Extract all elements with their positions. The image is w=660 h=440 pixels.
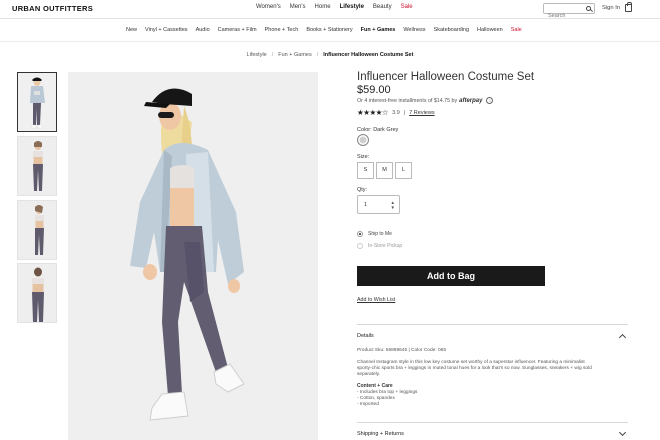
chevron-up-icon[interactable]	[618, 333, 627, 342]
search-icon[interactable]	[586, 6, 591, 11]
model-back-image	[18, 264, 56, 322]
search-input[interactable]	[544, 11, 584, 21]
cat-vinyl[interactable]: Vinyl + Cassettes	[145, 27, 188, 33]
description-line-3: separately.	[357, 372, 381, 377]
cat-skateboarding[interactable]: Skateboarding	[434, 27, 469, 33]
installments-text: Or 4 interest-free installments of $14.7…	[357, 97, 458, 104]
thumbnail-4[interactable]	[17, 263, 57, 323]
cat-phone-tech[interactable]: Phone + Tech	[265, 27, 299, 33]
cat-wellness[interactable]: Wellness	[403, 27, 425, 33]
cat-cameras[interactable]: Cameras + Film	[218, 27, 257, 33]
care-item: - Imported	[357, 402, 379, 407]
brand-logo[interactable]: URBAN OUTFITTERS	[12, 4, 93, 13]
qty-label: Qty:	[357, 187, 368, 193]
chevron-down-icon[interactable]	[618, 428, 627, 437]
thumbnail-2[interactable]	[17, 136, 57, 196]
product-sku: Product Sku: 56889645 | Color Code: 065	[357, 348, 446, 353]
breadcrumb-fun-games[interactable]: Fun + Games	[278, 52, 311, 58]
afterpay-logo: afterpay	[459, 97, 483, 104]
stepper-arrows-icon[interactable]: ▲ ▼	[391, 200, 395, 210]
model-sportsbra-image	[18, 137, 56, 195]
size-m-button[interactable]: M	[376, 162, 393, 179]
cat-fun-games[interactable]: Fun + Games	[361, 27, 396, 33]
category-nav: New Vinyl + Cassettes Audio Cameras + Fi…	[126, 27, 522, 33]
color-swatch-dark-grey[interactable]	[357, 134, 369, 146]
size-l-button[interactable]: L	[395, 162, 412, 179]
reviews-link[interactable]: 7 Reviews	[409, 110, 434, 116]
breadcrumb: Lifestyle / Fun + Games / Influencer Hallowe…	[0, 52, 660, 58]
sign-in-link[interactable]: Sign In	[602, 5, 620, 11]
cat-audio[interactable]: Audio	[196, 27, 210, 33]
details-heading[interactable]: Details	[357, 333, 374, 339]
ship-radio[interactable]	[357, 231, 363, 237]
nav-sale[interactable]: Sale	[401, 4, 413, 10]
rating-value: 3.9	[392, 109, 400, 116]
add-to-wishlist-link[interactable]: Add to Wish List	[357, 297, 395, 303]
info-icon[interactable]: i	[486, 97, 494, 104]
pickup-radio[interactable]	[357, 243, 363, 249]
model-front-image	[18, 73, 56, 131]
product-price: $59.00	[357, 84, 391, 96]
product-rating: ★★★★☆ 3.9 | 7 Reviews	[357, 108, 435, 117]
nav-home[interactable]: Home	[315, 4, 331, 10]
cat-sale[interactable]: Sale	[511, 27, 522, 33]
main-nav: Women's Men's Home Lifestyle Beauty Sale	[256, 4, 413, 10]
breadcrumb-separator: /	[271, 52, 274, 58]
rating-separator: |	[403, 109, 406, 116]
size-label: Size:	[357, 154, 370, 160]
nav-lifestyle[interactable]: Lifestyle	[340, 4, 364, 10]
category-divider	[0, 41, 660, 42]
top-header: URBAN OUTFITTERS Women's Men's Home Life…	[0, 0, 660, 21]
thumbnail-1[interactable]	[17, 72, 57, 132]
thumbnail-3[interactable]	[17, 200, 57, 260]
breadcrumb-separator: /	[316, 52, 319, 58]
nav-womens[interactable]: Women's	[256, 4, 281, 10]
nav-beauty[interactable]: Beauty	[373, 4, 392, 10]
quantity-stepper[interactable]: 1 ▲ ▼	[357, 195, 400, 214]
ship-option-label: Ship to Me	[368, 231, 392, 237]
size-s-button[interactable]: S	[357, 162, 374, 179]
add-to-bag-button[interactable]: Add to Bag	[357, 266, 545, 286]
rating-stars: ★★★★☆	[357, 108, 389, 117]
cat-books[interactable]: Books + Stationery	[306, 27, 352, 33]
qty-value: 1	[364, 202, 368, 208]
ship-to-me-option[interactable]: Ship to Me	[357, 231, 392, 237]
shipping-returns-heading[interactable]: Shipping + Returns	[357, 431, 404, 437]
care-heading: Content + Care	[357, 383, 393, 389]
accordion-divider	[357, 422, 628, 423]
cat-new[interactable]: New	[126, 27, 137, 33]
model-side-image	[18, 201, 56, 259]
breadcrumb-current: Influencer Halloween Costume Set	[323, 52, 414, 58]
cat-halloween[interactable]: Halloween	[477, 27, 503, 33]
breadcrumb-lifestyle[interactable]: Lifestyle	[247, 52, 267, 58]
product-title: Influencer Halloween Costume Set	[357, 71, 535, 83]
accordion-divider	[357, 324, 628, 325]
header-divider	[0, 18, 660, 19]
installments-info: Or 4 interest-free installments of $14.7…	[357, 97, 494, 104]
nav-mens[interactable]: Men's	[290, 4, 306, 10]
in-store-pickup-option[interactable]: In-Store Pickup	[357, 243, 402, 249]
model-costume-image	[68, 72, 318, 440]
pickup-option-label: In-Store Pickup	[368, 243, 403, 249]
shopping-bag-icon[interactable]	[625, 2, 632, 12]
color-label: Color: Dark Grey	[357, 127, 399, 133]
search-box[interactable]	[543, 3, 595, 21]
main-product-image[interactable]	[68, 72, 318, 440]
